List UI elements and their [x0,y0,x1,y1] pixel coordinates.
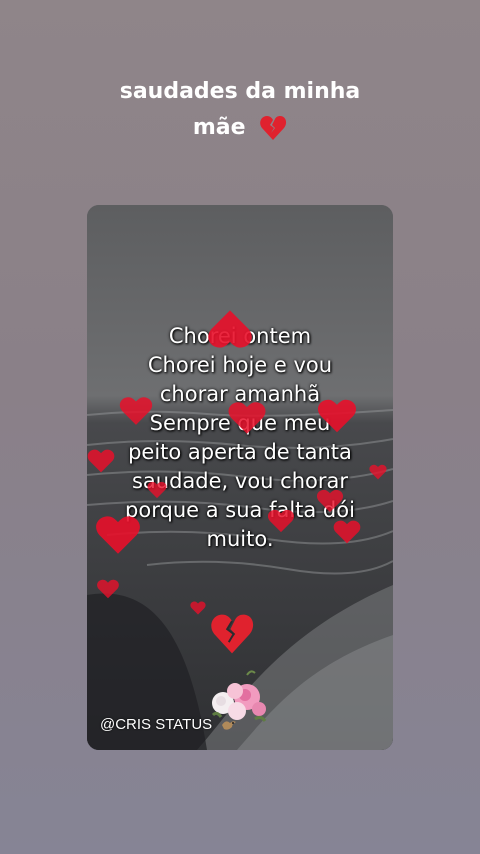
broken-heart-icon [260,116,287,140]
heart-icon [208,310,252,348]
caption-text: mãe [192,115,246,140]
bird-icon [222,721,236,730]
caption-line-1: saudades da minha [119,79,361,104]
heart-icon [228,402,266,434]
heart-icon [316,489,344,513]
heart-icon [317,399,357,433]
heart-icon [87,449,115,473]
heart-icon [333,520,361,544]
status-card[interactable]: Chorei ontem Chorei hoje e vou chorar am… [87,205,393,750]
heart-icon [147,481,167,499]
heart-icon [96,516,140,554]
watermark-text: @CRIS STATUS [100,716,213,733]
heart-icon [119,397,153,425]
poem-line: saudade, vou chorar [131,469,349,493]
poem-line: Chorei hoje e vou [147,353,333,377]
heart-icon [267,509,295,533]
flower-bouquet-icon [211,670,267,722]
caption-line-2: mãe [0,112,480,144]
broken-heart-icon [211,614,254,654]
heart-icon [369,464,387,480]
poem-line: peito aperta de tanta [128,440,352,464]
heart-icon [97,579,119,599]
